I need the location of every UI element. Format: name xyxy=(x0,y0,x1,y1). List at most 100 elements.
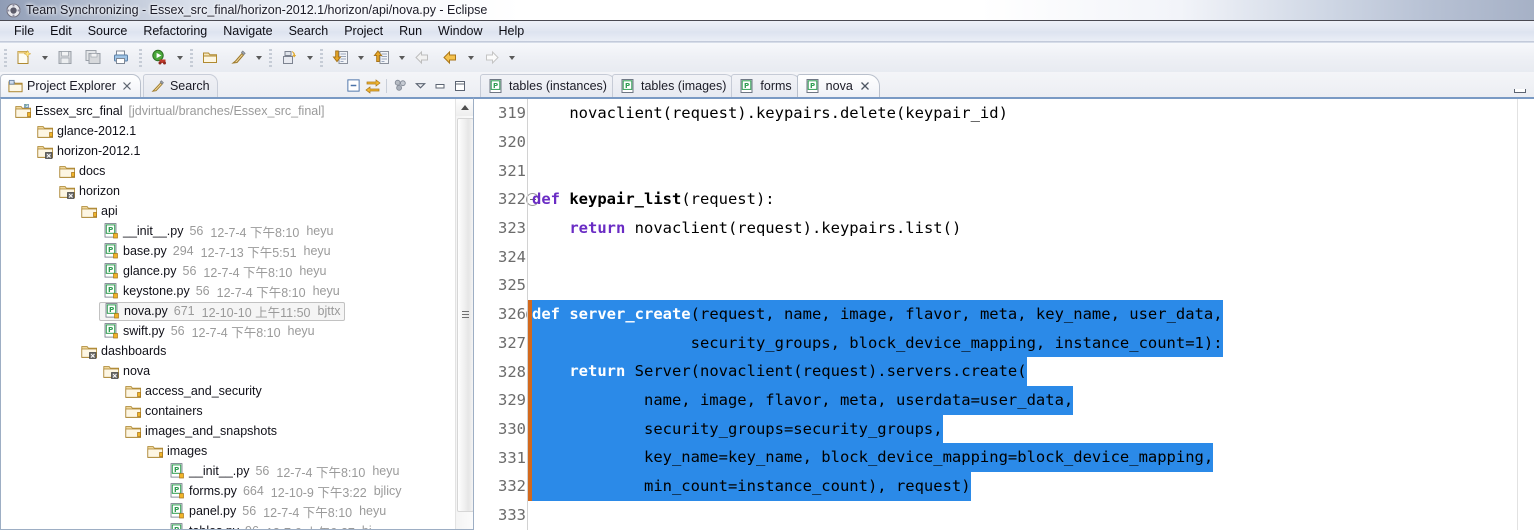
code-line[interactable]: security_groups, block_device_mapping, i… xyxy=(528,328,1534,358)
selected-code[interactable]: min_count=instance_count), request) xyxy=(532,471,971,501)
pin-icon[interactable] xyxy=(224,45,252,71)
toolbar-grip-2[interactable] xyxy=(139,48,142,67)
update-incoming-icon[interactable] xyxy=(326,45,354,71)
tree-row[interactable]: Ptables.py 96 12-7-9 上午9:27 bj xyxy=(1,521,456,529)
tree-row[interactable]: glance-2012.1 xyxy=(1,121,456,141)
editor-minimize-icon[interactable] xyxy=(1512,79,1528,93)
pin-dropdown-arrow[interactable] xyxy=(252,46,265,70)
code-line[interactable]: key_name=key_name, block_device_mapping=… xyxy=(528,443,1534,472)
synchronize-dropdown-arrow[interactable] xyxy=(303,46,316,70)
save-icon[interactable] xyxy=(51,45,79,71)
forward-icon[interactable] xyxy=(477,45,505,71)
project-tree[interactable]: P Essex_src_final [jdvirtual/branches/Esse… xyxy=(1,99,456,529)
tree-row[interactable]: Pswift.py 56 12-7-4 下午8:10 heyu xyxy=(1,321,456,341)
close-icon[interactable] xyxy=(860,81,871,92)
tree-row[interactable]: Pnova.py 671 12-10-10 上午11:50 bjttx xyxy=(1,301,456,321)
tab-search[interactable]: Search xyxy=(142,74,218,97)
update-dropdown-arrow[interactable] xyxy=(354,46,367,70)
menu-refactoring[interactable]: Refactoring xyxy=(135,22,215,40)
run-icon[interactable] xyxy=(145,45,173,71)
code-content[interactable]: novaclient(request).keypairs.delete(keyp… xyxy=(528,99,1534,530)
menu-search[interactable]: Search xyxy=(281,22,337,40)
tree-row[interactable]: Pbase.py 294 12-7-13 下午5:51 heyu xyxy=(1,241,456,261)
code-line[interactable] xyxy=(528,271,1534,300)
run-dropdown-arrow[interactable] xyxy=(173,46,186,70)
tree-row[interactable]: Pglance.py 56 12-7-4 下午8:10 heyu xyxy=(1,261,456,281)
editor-tab-tables-images[interactable]: P tables (images) xyxy=(611,74,736,97)
code-line[interactable]: security_groups=security_groups, xyxy=(528,414,1534,444)
code-line[interactable]: return novaclient(request).keypairs.list… xyxy=(528,214,1534,243)
code-line[interactable]: min_count=instance_count), request) xyxy=(528,471,1534,501)
code-line[interactable]: def server_create(request, name, image, … xyxy=(528,299,1534,329)
tree-row[interactable]: access_and_security xyxy=(1,381,456,401)
code-line[interactable] xyxy=(528,156,1534,185)
forward-dropdown-arrow[interactable] xyxy=(505,46,518,70)
scrollbar-thumb[interactable] xyxy=(457,118,473,512)
code-line[interactable] xyxy=(528,128,1534,157)
toolbar-grip[interactable] xyxy=(4,48,7,67)
selected-code[interactable]: def server_create(request, name, image, … xyxy=(532,299,1223,329)
minimize-icon[interactable] xyxy=(431,77,449,95)
menu-run[interactable]: Run xyxy=(391,22,430,40)
editor-tab-tables-instances[interactable]: P tables (instances) xyxy=(480,74,616,97)
code-line[interactable]: name, image, flavor, meta, userdata=user… xyxy=(528,385,1534,415)
link-with-editor-icon[interactable] xyxy=(391,77,409,95)
tree-row[interactable]: P __init__.py 56 12-7-4 下午8:10 heyu xyxy=(1,461,456,481)
tab-project-explorer[interactable]: Project Explorer xyxy=(0,74,141,97)
menu-file[interactable]: File xyxy=(6,22,42,40)
tree-row[interactable]: horizon-2012.1 xyxy=(1,141,456,161)
synchronize-icon[interactable] xyxy=(275,45,303,71)
selected-code[interactable]: name, image, flavor, meta, userdata=user… xyxy=(532,385,1074,415)
editor-tab-forms[interactable]: P forms xyxy=(731,74,801,97)
tree-row[interactable]: Ppanel.py 56 12-7-4 下午8:10 heyu xyxy=(1,501,456,521)
collapse-all-icon[interactable] xyxy=(344,77,362,95)
toolbar-grip-3[interactable] xyxy=(190,48,193,67)
tree-row[interactable]: P __init__.py 56 12-7-4 下午8:10 heyu xyxy=(1,221,456,241)
new-wizard-icon[interactable] xyxy=(10,45,38,71)
menu-project[interactable]: Project xyxy=(336,22,391,40)
code-line[interactable]: return Server(novaclient(request).server… xyxy=(528,357,1534,386)
overview-ruler[interactable] xyxy=(1517,99,1534,530)
selected-code[interactable]: security_groups=security_groups, xyxy=(532,414,943,444)
code-line[interactable]: def keypair_list(request): xyxy=(528,185,1534,214)
selected-code[interactable]: key_name=key_name, block_device_mapping=… xyxy=(532,443,1214,472)
menu-help[interactable]: Help xyxy=(491,22,533,40)
menu-edit[interactable]: Edit xyxy=(42,22,80,40)
view-menu-icon[interactable] xyxy=(411,77,429,95)
code-line[interactable] xyxy=(528,501,1534,530)
toolbar-grip-5[interactable] xyxy=(320,48,323,67)
tree-row[interactable]: Pkeystone.py 56 12-7-4 下午8:10 heyu xyxy=(1,281,456,301)
code-line[interactable]: novaclient(request).keypairs.delete(keyp… xyxy=(528,99,1534,128)
back-disabled-icon[interactable] xyxy=(408,45,436,71)
save-all-icon[interactable] xyxy=(79,45,107,71)
tree-vertical-scrollbar[interactable] xyxy=(455,99,473,529)
tree-row[interactable]: P Essex_src_final [jdvirtual/branches/Esse… xyxy=(1,101,456,121)
tree-row[interactable]: api xyxy=(1,201,456,221)
tree-row[interactable]: docs xyxy=(1,161,456,181)
synchronize-refresh-icon[interactable] xyxy=(364,77,382,95)
back-icon[interactable] xyxy=(436,45,464,71)
new-wizard-dropdown-arrow[interactable] xyxy=(38,46,51,70)
menu-navigate[interactable]: Navigate xyxy=(215,22,280,40)
print-icon[interactable] xyxy=(107,45,135,71)
open-type-icon[interactable] xyxy=(196,45,224,71)
code-editor[interactable]: 319 320 321 322 323 324 325 326 327 328 329 330 331 3… xyxy=(474,97,1534,530)
maximize-icon[interactable] xyxy=(451,77,469,95)
code-line[interactable] xyxy=(528,242,1534,271)
toolbar-grip-4[interactable] xyxy=(269,48,272,67)
tree-row[interactable]: horizon xyxy=(1,181,456,201)
tree-row[interactable]: images xyxy=(1,441,456,461)
selected-code[interactable]: return Server(novaclient(request).server… xyxy=(532,357,1027,386)
tree-row[interactable]: nova xyxy=(1,361,456,381)
close-icon[interactable] xyxy=(122,81,133,92)
menu-window[interactable]: Window xyxy=(430,22,490,40)
menu-source[interactable]: Source xyxy=(80,22,136,40)
selected-code[interactable]: security_groups, block_device_mapping, i… xyxy=(532,328,1223,358)
scroll-up-arrow-icon[interactable] xyxy=(456,99,473,116)
tree-row[interactable]: Pforms.py 664 12-10-9 下午3:22 bjlicy xyxy=(1,481,456,501)
commit-outgoing-icon[interactable] xyxy=(367,45,395,71)
editor-tab-nova[interactable]: P nova xyxy=(796,74,880,97)
tree-row[interactable]: containers xyxy=(1,401,456,421)
commit-dropdown-arrow[interactable] xyxy=(395,46,408,70)
tree-row[interactable]: dashboards xyxy=(1,341,456,361)
